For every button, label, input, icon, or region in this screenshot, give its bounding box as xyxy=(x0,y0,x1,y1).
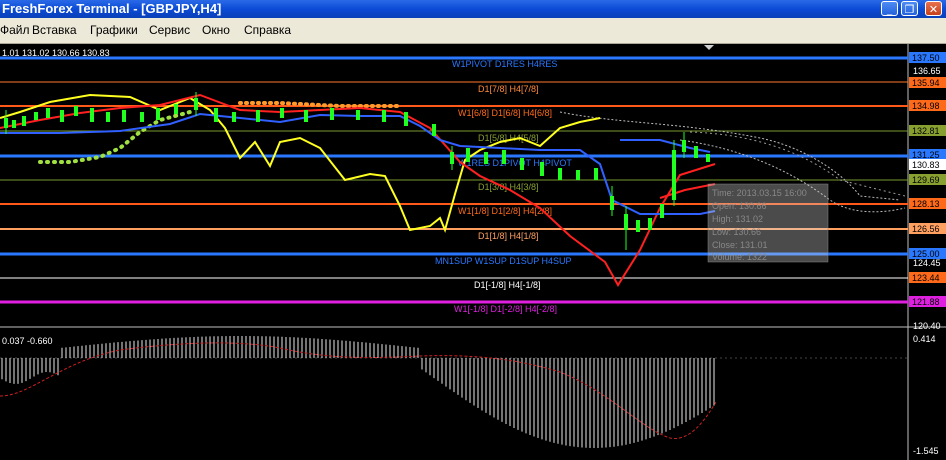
price-label: 121.88 xyxy=(912,297,940,307)
menu-bar: Файл Вставка Графики Сервис Окно Справка xyxy=(0,18,946,44)
level-label: D1[1/8] H4[1/8] xyxy=(478,231,539,241)
red-line-segment xyxy=(659,183,716,199)
level-label: W1[6/8] D1[6/8] H4[6/8] xyxy=(458,108,552,118)
price-label: 137.50 xyxy=(912,53,940,63)
indicator-scale-max: 0.414 xyxy=(913,334,936,344)
candles xyxy=(4,98,710,232)
level-label: W1[-1/8] D1[-2/8] H4[-2/8] xyxy=(454,304,557,314)
level-label: D1[7/8] H4[7/8] xyxy=(478,84,539,94)
menu-file[interactable]: Файл xyxy=(0,23,30,37)
tooltip-line: Close: 131.01 xyxy=(712,240,768,250)
price-label: 130.83 xyxy=(912,160,940,170)
blue-line xyxy=(0,112,716,215)
price-label: 120.40 xyxy=(913,321,941,331)
tooltip-line: Low: 130.66 xyxy=(712,227,761,237)
menu-tools[interactable]: Сервис xyxy=(149,23,190,37)
price-label: 128.13 xyxy=(912,199,940,209)
ohlc-readout: 1.01 131.02 130.66 130.83 xyxy=(2,48,110,58)
price-label: 132.81 xyxy=(912,126,940,136)
minimize-button[interactable]: _ xyxy=(881,1,898,16)
candle-tooltip: Time: 2013.03.15 16:00 Open: 130.66 High… xyxy=(707,183,829,263)
level-label: MN1SUP W1SUP D1SUP H4SUP xyxy=(435,256,572,266)
title-bar: FreshForex Terminal - [GBPJPY,H4] _ ❐ ✕ xyxy=(0,0,946,18)
tooltip-line: Open: 130.66 xyxy=(712,201,767,211)
price-label: 124.45 xyxy=(913,258,941,268)
close-button[interactable]: ✕ xyxy=(925,1,942,16)
level-label: W1RES D1PIVOT H4PIVOT xyxy=(458,158,572,168)
level-label: D1[3/8] H4[3/8] xyxy=(478,182,539,192)
tooltip-line: Time: 2013.03.15 16:00 xyxy=(712,188,807,198)
tooltip-line: Volume: 1322 xyxy=(712,252,767,262)
price-label: 126.56 xyxy=(912,224,940,234)
level-label: W1PIVOT D1RES H4RES xyxy=(452,59,557,69)
tooltip-line: High: 131.02 xyxy=(712,214,763,224)
menu-charts[interactable]: Графики xyxy=(90,23,138,37)
price-label: 134.98 xyxy=(912,101,940,111)
price-label: 136.65 xyxy=(913,66,941,76)
window-title: FreshForex Terminal - [GBPJPY,H4] xyxy=(2,1,222,16)
price-label: 123.44 xyxy=(912,273,940,283)
level-label: D1[-1/8] H4[-1/8] xyxy=(474,280,541,290)
price-chart[interactable]: W1PIVOT D1RES H4RES D1[7/8] H4[7/8] W1[6… xyxy=(0,44,946,460)
restore-button[interactable]: ❐ xyxy=(901,1,918,16)
menu-insert[interactable]: Вставка xyxy=(32,23,77,37)
price-label: 131.25 xyxy=(912,150,940,160)
price-label: 135.94 xyxy=(912,78,940,88)
indicator-scale-min: -1.545 xyxy=(913,446,939,456)
menu-window[interactable]: Окно xyxy=(202,23,230,37)
price-axis: 137.50 136.65 135.94 134.98 132.81 131.2… xyxy=(909,52,946,331)
menu-help[interactable]: Справка xyxy=(244,23,291,37)
chart-shift-marker-icon[interactable] xyxy=(704,45,714,50)
price-label: 129.69 xyxy=(912,175,940,185)
indicator-readout: 0.037 -0.660 xyxy=(2,336,53,346)
